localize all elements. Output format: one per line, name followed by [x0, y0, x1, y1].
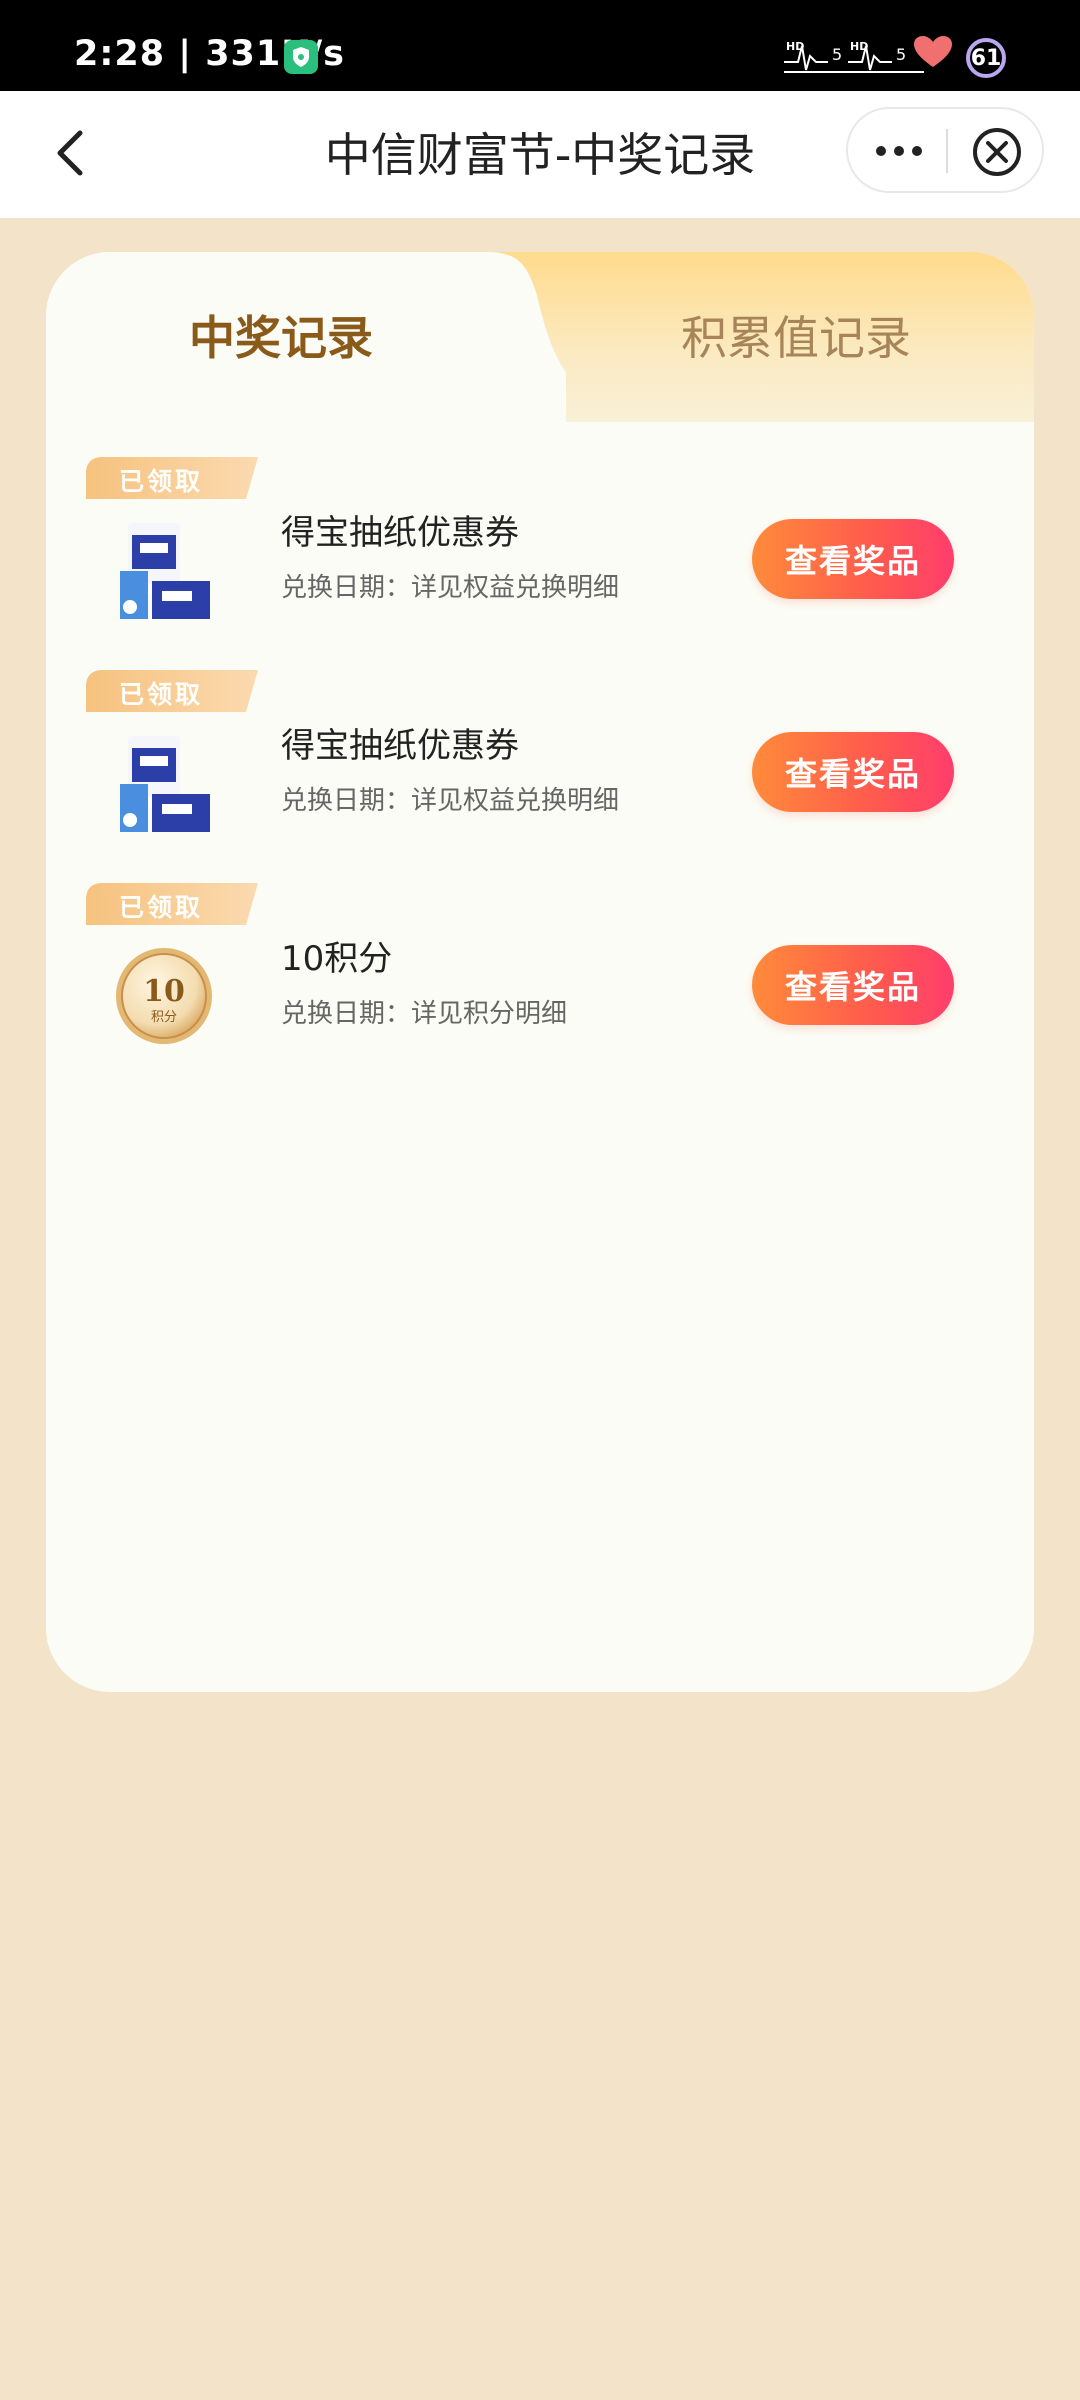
- more-dots-icon: [912, 146, 922, 156]
- status-badge-text: 已领取: [118, 893, 203, 922]
- capsule-divider: [946, 129, 948, 173]
- battery-icon: 61: [966, 38, 1006, 78]
- records-card: 中奖记录 积累值记录 已领取 得宝抽纸优惠券 兑换日期：详见权益兑换明细 查看奖…: [46, 252, 1034, 1692]
- list-item: 已领取 得宝抽纸优惠券 兑换日期：详见权益兑换明细 查看奖品: [46, 457, 1034, 647]
- more-dots-icon: [894, 146, 904, 156]
- record-title: 得宝抽纸优惠券: [281, 726, 519, 766]
- back-button[interactable]: [42, 121, 96, 185]
- record-title: 得宝抽纸优惠券: [281, 513, 519, 553]
- points-coin-image: 10 积分: [116, 948, 212, 1044]
- shield-check-icon: [284, 40, 318, 74]
- status-badge-text: 已领取: [118, 680, 203, 709]
- coin-value: 10: [143, 974, 185, 1009]
- record-title: 10积分: [281, 939, 393, 979]
- heart-icon: [914, 36, 952, 67]
- signal-hd-icon: HD 5 HD 5: [784, 40, 924, 73]
- tissue-pack-image: [120, 736, 210, 832]
- title-bar: 中信财富节-中奖记录: [0, 91, 1080, 218]
- tab-winning-records[interactable]: 中奖记录: [46, 302, 516, 368]
- svg-text:5: 5: [896, 45, 906, 64]
- record-redeem-date: 兑换日期：详见积分明细: [281, 999, 568, 1029]
- view-prize-button[interactable]: 查看奖品: [752, 732, 954, 812]
- close-button[interactable]: [972, 127, 1022, 177]
- mini-program-capsule: [846, 107, 1044, 193]
- more-button[interactable]: [868, 127, 930, 175]
- tab-accumulated-records[interactable]: 积累值记录: [586, 302, 1006, 368]
- view-prize-button[interactable]: 查看奖品: [752, 945, 954, 1025]
- list-item: 已领取 得宝抽纸优惠券 兑换日期：详见权益兑换明细 查看奖品: [46, 670, 1034, 860]
- coin-label: 积分: [151, 1010, 177, 1025]
- record-redeem-date: 兑换日期：详见权益兑换明细: [281, 573, 620, 603]
- list-item: 已领取 10 积分 10积分 兑换日期：详见积分明细 查看奖品: [46, 883, 1034, 1073]
- svg-text:5: 5: [832, 45, 842, 64]
- page-title: 中信财富节-中奖记录: [324, 128, 756, 182]
- more-dots-icon: [876, 146, 886, 156]
- view-prize-button[interactable]: 查看奖品: [752, 519, 954, 599]
- record-redeem-date: 兑换日期：详见权益兑换明细: [281, 786, 620, 816]
- tissue-pack-image: [120, 523, 210, 619]
- status-badge-text: 已领取: [118, 467, 203, 496]
- status-bar: 2:28 | 331K/s HD 5 HD 5 61: [0, 0, 1080, 91]
